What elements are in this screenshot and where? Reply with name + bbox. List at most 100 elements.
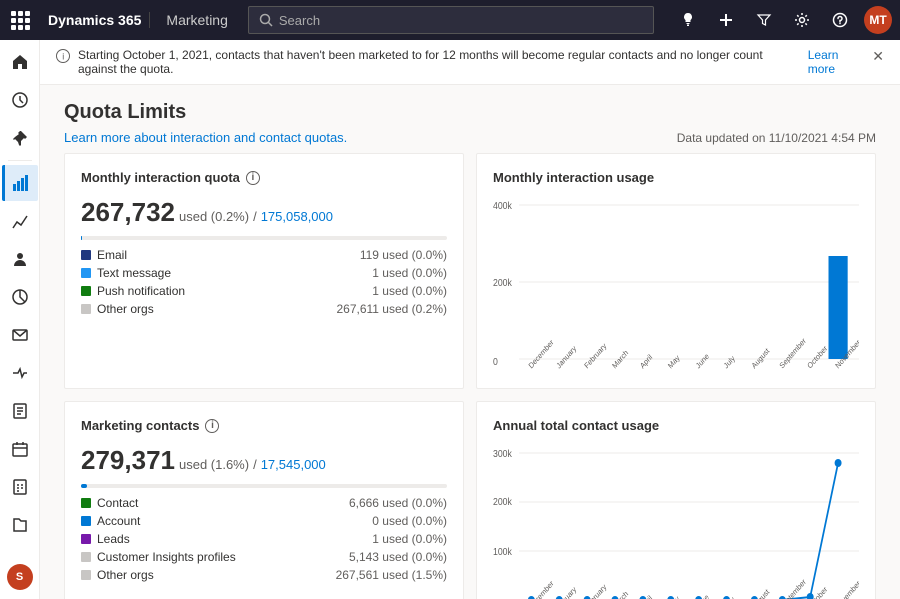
sidebar-item-contacts[interactable] [2, 241, 38, 277]
svg-text:December: December [527, 337, 556, 370]
svg-text:i: i [62, 52, 64, 62]
search-icon [259, 13, 273, 27]
brand-name: Dynamics 365 [48, 12, 141, 28]
svg-text:100k: 100k [493, 546, 512, 557]
monthly-interaction-bar-fill [81, 236, 82, 240]
marketing-contacts-info[interactable]: i [205, 419, 219, 433]
svg-text:July: July [722, 353, 737, 370]
contact-chart-area: 300k 200k 100k 0 [493, 445, 859, 599]
search-box[interactable] [248, 6, 654, 34]
svg-text:May: May [666, 353, 681, 371]
page-content: i Starting October 1, 2021, contacts tha… [40, 40, 900, 599]
sidebar: S [0, 40, 40, 599]
svg-text:300k: 300k [493, 448, 512, 459]
interaction-chart-svg: 400k 200k 0 [493, 197, 859, 372]
monthly-interaction-total: 175,058,000 [261, 209, 333, 224]
page-subtitle: Learn more about interaction and contact… [64, 130, 876, 145]
svg-text:February: February [583, 341, 609, 371]
sidebar-item-events[interactable] [2, 431, 38, 467]
page-title: Quota Limits [64, 101, 876, 124]
module-name: Marketing [158, 12, 227, 28]
svg-text:April: April [638, 352, 654, 370]
marketing-contacts-bar-fill [81, 484, 87, 488]
info-banner: i Starting October 1, 2021, contacts tha… [40, 40, 900, 85]
add-icon[interactable] [712, 6, 740, 34]
search-input[interactable] [279, 13, 643, 28]
monthly-interaction-chart-title: Monthly interaction usage [493, 170, 859, 185]
monthly-interaction-chart-card: Monthly interaction usage 400k 200k 0 [476, 153, 876, 389]
monthly-interaction-separator: / [253, 209, 257, 224]
sidebar-item-assets[interactable] [2, 507, 38, 543]
svg-text:December: December [527, 578, 556, 599]
help-icon[interactable] [826, 6, 854, 34]
legend-item-text: Text message 1 used (0.0%) [81, 266, 447, 280]
svg-text:0: 0 [493, 356, 498, 367]
main-layout: S i Starting October 1, 2021, contacts t… [0, 40, 900, 599]
banner-close-button[interactable]: ✕ [872, 48, 884, 65]
sidebar-item-home[interactable] [2, 44, 38, 80]
svg-text:November: November [833, 578, 859, 599]
svg-text:October: October [806, 343, 830, 370]
monthly-interaction-card: Monthly interaction quota i 267,732 used… [64, 153, 464, 389]
contact-chart-svg: 300k 200k 100k 0 [493, 445, 859, 599]
topnav-actions: MT [674, 6, 892, 34]
sidebar-item-user[interactable]: S [2, 559, 38, 595]
sidebar-item-forms[interactable] [2, 393, 38, 429]
legend-item-email: Email 119 used (0.0%) [81, 248, 447, 262]
topnav: Dynamics 365 Marketing MT [0, 0, 900, 40]
sidebar-divider [8, 160, 32, 161]
svg-text:June: June [694, 351, 711, 370]
sidebar-item-emails[interactable] [2, 317, 38, 353]
marketing-contacts-number: 279,371 [81, 445, 175, 476]
sidebar-item-pinned[interactable] [2, 120, 38, 156]
sidebar-item-recent[interactable] [2, 82, 38, 118]
filter-icon[interactable] [750, 6, 778, 34]
svg-text:September: September [778, 577, 808, 599]
marketing-contacts-bar [81, 484, 447, 488]
banner-link[interactable]: Learn more [808, 48, 865, 76]
sidebar-item-journeys[interactable] [2, 355, 38, 391]
waffle-icon [11, 11, 30, 30]
waffle-menu[interactable] [8, 8, 32, 32]
svg-text:200k: 200k [493, 277, 512, 288]
user-avatar[interactable]: MT [864, 6, 892, 34]
legend-item-other-orgs-contacts: Other orgs 267,561 used (1.5%) [81, 568, 447, 582]
monthly-interaction-title: Monthly interaction quota i [81, 170, 447, 185]
sidebar-item-segments[interactable] [2, 279, 38, 315]
lightbulb-icon[interactable] [674, 6, 702, 34]
svg-text:August: August [750, 345, 772, 370]
sidebar-item-surveys[interactable] [2, 469, 38, 505]
legend-item-contact: Contact 6,666 used (0.0%) [81, 496, 447, 510]
marketing-contacts-separator: / [253, 457, 257, 472]
marketing-contacts-used: used (1.6%) [179, 457, 249, 472]
svg-text:400k: 400k [493, 200, 512, 211]
data-updated-label: Data updated on 11/10/2021 4:54 PM [677, 131, 876, 145]
brand-title[interactable]: Dynamics 365 [40, 12, 150, 28]
interaction-chart-area: 400k 200k 0 [493, 197, 859, 372]
settings-icon[interactable] [788, 6, 816, 34]
svg-text:200k: 200k [493, 496, 512, 507]
svg-text:January: January [555, 343, 579, 370]
banner-text: Starting October 1, 2021, contacts that … [78, 48, 800, 76]
info-icon: i [56, 49, 70, 63]
cards-grid: Monthly interaction quota i 267,732 used… [40, 153, 900, 599]
monthly-interaction-used: used (0.2%) [179, 209, 249, 224]
annual-contact-chart-title: Annual total contact usage [493, 418, 859, 433]
marketing-contacts-total: 17,545,000 [261, 457, 326, 472]
marketing-contacts-card: Marketing contacts i 279,371 used (1.6%)… [64, 401, 464, 599]
legend-item-account: Account 0 used (0.0%) [81, 514, 447, 528]
marketing-contacts-title: Marketing contacts i [81, 418, 447, 433]
sidebar-item-insights[interactable] [2, 165, 38, 201]
sidebar-avatar: S [7, 564, 33, 590]
marketing-contacts-legend: Contact 6,666 used (0.0%) Account 0 used… [81, 496, 447, 582]
legend-item-other-orgs-interaction: Other orgs 267,611 used (0.2%) [81, 302, 447, 316]
legend-item-push: Push notification 1 used (0.0%) [81, 284, 447, 298]
sidebar-item-analytics[interactable] [2, 203, 38, 239]
monthly-interaction-info[interactable]: i [246, 171, 260, 185]
legend-item-leads: Leads 1 used (0.0%) [81, 532, 447, 546]
svg-text:September: September [778, 336, 808, 371]
annual-contact-chart-card: Annual total contact usage 300k 200k 100… [476, 401, 876, 599]
quota-learn-more-link[interactable]: Learn more about interaction and contact… [64, 130, 347, 145]
page-header: Quota Limits Learn more about interactio… [40, 85, 900, 153]
monthly-interaction-number: 267,732 [81, 197, 175, 228]
